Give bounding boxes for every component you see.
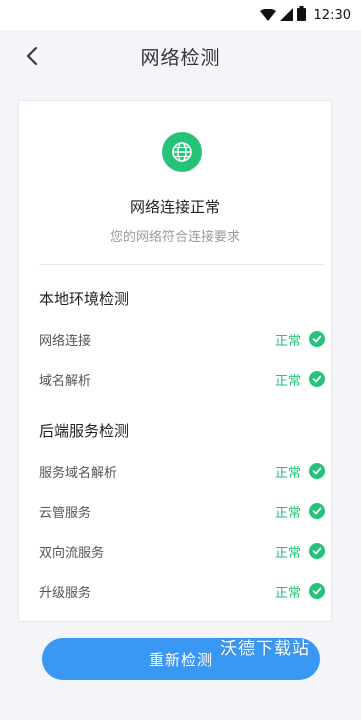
section-title-local: 本地环境检测 bbox=[39, 290, 130, 308]
wifi-icon bbox=[259, 6, 276, 25]
row-status: 正常 bbox=[274, 545, 301, 561]
check-circle-icon bbox=[309, 371, 325, 387]
check-row-bidirectional-stream: 双向流服务 正常 bbox=[39, 540, 325, 562]
signal-icon bbox=[279, 6, 293, 25]
status-time: 12:30 bbox=[313, 7, 351, 23]
watermark: 沃德下载站 bbox=[220, 639, 310, 659]
check-row-upgrade-service: 升级服务 正常 bbox=[39, 580, 325, 602]
check-circle-icon bbox=[309, 503, 325, 519]
battery-icon bbox=[296, 5, 306, 25]
status-bar: 12:30 bbox=[0, 0, 361, 30]
connection-status-subtitle: 您的网络符合连接要求 bbox=[109, 230, 240, 245]
nav-bar: 网络检测 bbox=[0, 30, 361, 82]
check-row-dns: 域名解析 正常 bbox=[39, 368, 325, 390]
row-status: 正常 bbox=[274, 333, 301, 349]
globe-icon bbox=[162, 132, 202, 172]
check-row-cloud-management: 云管服务 正常 bbox=[39, 500, 325, 522]
check-circle-icon bbox=[309, 463, 325, 479]
row-label: 云管服务 bbox=[39, 505, 92, 521]
connection-status-title: 网络连接正常 bbox=[129, 198, 220, 216]
row-label: 双向流服务 bbox=[39, 545, 105, 561]
check-row-network-connection: 网络连接 正常 bbox=[39, 328, 325, 350]
page-title: 网络检测 bbox=[140, 47, 221, 69]
row-status: 正常 bbox=[274, 373, 301, 389]
check-circle-icon bbox=[309, 543, 325, 559]
row-status: 正常 bbox=[274, 585, 301, 601]
check-circle-icon bbox=[309, 583, 325, 599]
status-icons: 12:30 bbox=[259, 5, 351, 25]
row-label: 网络连接 bbox=[39, 333, 92, 349]
divider bbox=[39, 264, 325, 265]
row-label: 服务域名解析 bbox=[39, 465, 118, 481]
row-label: 升级服务 bbox=[39, 585, 92, 601]
row-label: 域名解析 bbox=[39, 373, 92, 389]
check-row-service-dns: 服务域名解析 正常 bbox=[39, 460, 325, 482]
network-check-card: 网络连接正常 您的网络符合连接要求 本地环境检测 网络连接 正常 域名解析 正常… bbox=[18, 100, 332, 622]
row-status: 正常 bbox=[274, 505, 301, 521]
row-status: 正常 bbox=[274, 465, 301, 481]
check-circle-icon bbox=[309, 331, 325, 347]
section-title-backend: 后端服务检测 bbox=[39, 422, 130, 440]
